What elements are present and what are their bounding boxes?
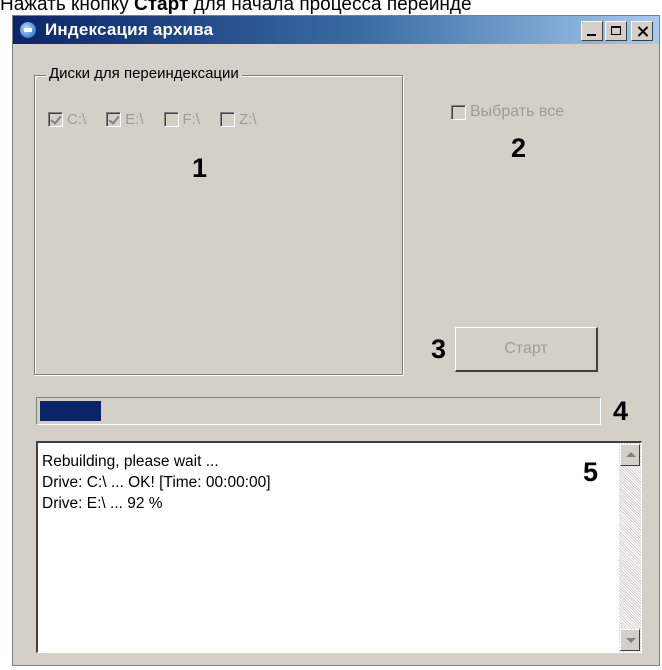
log-line: Drive: C:\ ... OK! [Time: 00:00:00] [42,474,271,491]
app-icon [19,21,37,39]
drives-groupbox: Диски для переиндексации C:\ E:\ F:\ Z:\… [34,65,403,375]
drive-checkbox-c[interactable]: C:\ [48,111,86,128]
vertical-scrollbar[interactable] [619,443,641,652]
drive-label: F:\ [182,111,201,128]
archive-indexing-window: Индексация архива Диски для переиндексац… [12,15,660,666]
window-title: Индексация архива [45,20,214,39]
log-line: Drive: E:\ ... 92 % [42,495,163,512]
caption-suffix: для начала процесса переинде [188,0,472,14]
drive-label: C:\ [67,111,87,128]
close-icon[interactable] [631,21,653,41]
annotation-5: 5 [583,457,599,487]
instruction-caption: Нажать кнопку Старт для начала процесса … [0,0,662,14]
select-all-checkbox[interactable]: Выбрать все [451,103,564,121]
drive-checkbox-list: C:\ E:\ F:\ Z:\ [48,111,257,128]
start-button[interactable]: Старт [455,327,598,372]
drive-label: E:\ [125,111,144,128]
checkbox-unchecked-icon[interactable] [163,112,179,127]
drive-checkbox-e[interactable]: E:\ [106,111,144,128]
title-bar[interactable]: Индексация архива [13,16,659,44]
maximize-icon[interactable] [605,21,627,41]
annotation-1: 1 [192,153,208,183]
log-line: Rebuilding, please wait ... [42,453,219,470]
scroll-up-arrow-icon[interactable] [620,444,640,466]
caption-bold: Старт [134,0,189,14]
drive-checkbox-f[interactable]: F:\ [163,111,201,128]
checkbox-checked-icon[interactable] [106,112,122,127]
annotation-3: 3 [431,334,447,364]
annotation-4: 4 [613,396,629,426]
progress-bar [36,397,601,425]
drive-checkbox-z[interactable]: Z:\ [220,111,257,128]
select-all-label: Выбрать все [470,103,565,120]
caption-prefix: Нажать кнопку [0,0,134,14]
checkbox-unchecked-icon[interactable] [451,104,466,120]
minimize-icon[interactable] [581,21,603,41]
annotation-2: 2 [511,133,527,163]
checkbox-unchecked-icon[interactable] [220,112,236,127]
scroll-down-arrow-icon[interactable] [620,629,640,651]
log-lines: Rebuilding, please wait ... Drive: C:\ .… [42,451,271,514]
log-output[interactable]: Rebuilding, please wait ... Drive: C:\ .… [36,441,642,653]
drive-label: Z:\ [239,111,257,128]
progress-fill [40,401,101,421]
drives-group-label: Диски для переиндексации [46,65,242,82]
window-controls [581,21,653,41]
checkbox-checked-icon[interactable] [48,112,63,127]
